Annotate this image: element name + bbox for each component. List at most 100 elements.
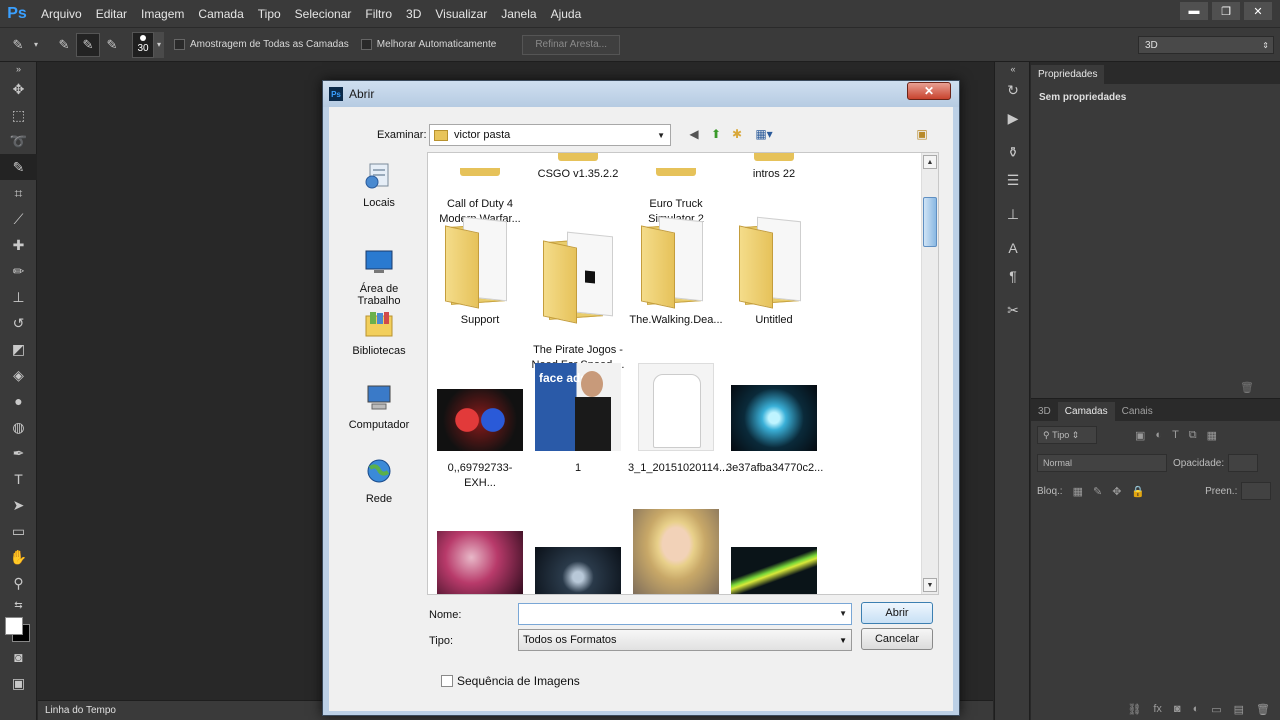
- lock-position-icon[interactable]: ✥: [1112, 485, 1121, 498]
- actions-panel-icon[interactable]: ▶: [995, 104, 1031, 132]
- menu-imagem[interactable]: Imagem: [134, 0, 191, 28]
- clone-source-panel-icon[interactable]: ⊥: [995, 200, 1031, 228]
- zoom-tool-icon[interactable]: ⚲: [0, 570, 37, 596]
- image-item[interactable]: 0,,69792733-EXH...: [432, 363, 528, 491]
- place-recent[interactable]: Locais: [335, 162, 423, 209]
- trash-icon[interactable]: 🗑: [1240, 381, 1254, 394]
- image-item[interactable]: [432, 509, 528, 594]
- rectangle-tool-icon[interactable]: ▭: [0, 518, 37, 544]
- file-name-input[interactable]: ▼: [518, 603, 852, 625]
- lasso-tool-icon[interactable]: ➰: [0, 128, 37, 154]
- dropdown-arrow-icon[interactable]: ▼: [839, 609, 847, 618]
- lock-pixels-icon[interactable]: ✎: [1093, 485, 1102, 498]
- new-folder-icon[interactable]: ✱: [728, 125, 746, 143]
- look-in-combo[interactable]: victor pasta ▼: [429, 124, 671, 146]
- menu-visualizar[interactable]: Visualizar: [428, 0, 494, 28]
- auto-enhance-checkbox[interactable]: Melhorar Automaticamente: [360, 39, 496, 50]
- image-item[interactable]: 3_1_20151020114...: [628, 363, 728, 476]
- swap-colors-icon[interactable]: ⇆: [0, 596, 37, 614]
- checkbox-box[interactable]: [441, 675, 453, 687]
- brush-tool-icon[interactable]: ✏: [0, 258, 37, 284]
- quick-selection-preset-icon[interactable]: ✎: [6, 33, 30, 57]
- history-brush-tool-icon[interactable]: ↺: [0, 310, 37, 336]
- quick-selection-tool-icon[interactable]: ✎: [0, 154, 37, 180]
- workspace-select[interactable]: 3D ⇕: [1138, 36, 1274, 54]
- close-app-button[interactable]: ✕: [1244, 2, 1272, 20]
- image-item[interactable]: [628, 509, 724, 594]
- folder-item[interactable]: The.Walking.Dea...: [628, 215, 724, 328]
- scroll-thumb[interactable]: [923, 197, 937, 247]
- history-panel-icon[interactable]: ↻: [995, 76, 1031, 104]
- pen-tool-icon[interactable]: ✒: [0, 440, 37, 466]
- menu-arquivo[interactable]: Arquivo: [34, 0, 89, 28]
- healing-brush-tool-icon[interactable]: ✚: [0, 232, 37, 258]
- adjustment-filter-icon[interactable]: ◐: [1155, 429, 1162, 441]
- brush-size-picker[interactable]: 30: [132, 31, 154, 58]
- checkbox-box[interactable]: [360, 39, 372, 50]
- open-button[interactable]: Abrir: [861, 602, 933, 624]
- tool-presets-panel-icon[interactable]: ✂: [995, 296, 1031, 324]
- restore-button[interactable]: ❐: [1212, 2, 1240, 20]
- folder-item[interactable]: Support: [432, 215, 528, 328]
- new-selection-icon[interactable]: ✎: [52, 33, 76, 57]
- type-tool-icon[interactable]: T: [0, 466, 37, 492]
- folder-item[interactable]: intros 22: [726, 153, 822, 182]
- adjustments-panel-icon[interactable]: ☰: [995, 166, 1031, 194]
- place-computer[interactable]: Computador: [335, 384, 423, 431]
- image-item[interactable]: [530, 509, 626, 594]
- menu-3d[interactable]: 3D: [399, 0, 428, 28]
- brush-panel-icon[interactable]: ⚱: [995, 138, 1031, 166]
- menu-tipo[interactable]: Tipo: [251, 0, 288, 28]
- tab-layers[interactable]: Camadas: [1057, 402, 1115, 421]
- folder-item[interactable]: Untitled: [726, 215, 822, 328]
- collapse-toolbar-icon[interactable]: »: [0, 62, 37, 76]
- image-item[interactable]: [726, 509, 822, 594]
- delete-layer-icon[interactable]: 🗑: [1256, 703, 1270, 716]
- preset-dropdown-icon[interactable]: ▾: [30, 33, 42, 57]
- blur-tool-icon[interactable]: ●: [0, 388, 37, 414]
- sample-all-layers-checkbox[interactable]: Amostragem de Todas as Camadas: [174, 39, 349, 50]
- image-sequence-checkbox[interactable]: Sequência de Imagens: [441, 674, 580, 688]
- pixel-filter-icon[interactable]: ▣: [1135, 429, 1145, 442]
- brush-size-dropdown-icon[interactable]: ▾: [154, 31, 164, 58]
- dialog-close-button[interactable]: ✕: [907, 82, 951, 100]
- scroll-up-icon[interactable]: ▲: [923, 155, 937, 169]
- menu-camada[interactable]: Camada: [191, 0, 250, 28]
- image-item[interactable]: 3e37afba34770c2...: [726, 363, 823, 476]
- tab-channels[interactable]: Canais: [1115, 402, 1160, 421]
- screen-mode-icon[interactable]: ▣: [0, 670, 37, 696]
- clone-stamp-tool-icon[interactable]: ⊥: [0, 284, 37, 310]
- shape-filter-icon[interactable]: ⧉: [1189, 429, 1197, 442]
- subtract-from-selection-icon[interactable]: ✎: [100, 33, 124, 57]
- smart-object-filter-icon[interactable]: ▦: [1207, 429, 1217, 442]
- file-list[interactable]: Call of Duty 4 Modern Warfar... CSGO v1.…: [427, 152, 939, 595]
- lock-transparency-icon[interactable]: ▦: [1073, 485, 1083, 498]
- paint-bucket-tool-icon[interactable]: ◈: [0, 362, 37, 388]
- paragraph-panel-icon[interactable]: ¶: [995, 262, 1031, 290]
- adjustment-layer-icon[interactable]: ◐: [1193, 703, 1200, 715]
- tab-3d[interactable]: 3D: [1031, 402, 1058, 421]
- character-panel-icon[interactable]: A: [995, 234, 1031, 262]
- menu-selecionar[interactable]: Selecionar: [288, 0, 359, 28]
- marquee-tool-icon[interactable]: ⬚: [0, 102, 37, 128]
- up-folder-icon[interactable]: ⬆: [707, 125, 725, 143]
- type-filter-icon[interactable]: T: [1172, 429, 1179, 441]
- refine-edge-button[interactable]: Refinar Aresta...: [522, 34, 621, 55]
- menu-ajuda[interactable]: Ajuda: [544, 0, 589, 28]
- foreground-color-swatch[interactable]: [5, 617, 23, 635]
- eyedropper-tool-icon[interactable]: ⟋: [0, 206, 37, 232]
- minimize-button[interactable]: ▬: [1180, 2, 1208, 20]
- place-libraries[interactable]: Bibliotecas: [335, 310, 423, 357]
- new-group-icon[interactable]: ▭: [1211, 703, 1221, 716]
- dodge-tool-icon[interactable]: ◍: [0, 414, 37, 440]
- quick-mask-icon[interactable]: ◙: [0, 644, 37, 670]
- layer-kind-filter[interactable]: ⚲ Tipo ⇕: [1037, 426, 1097, 444]
- folder-item[interactable]: CSGO v1.35.2.2: [530, 153, 626, 182]
- blend-mode-select[interactable]: Normal: [1037, 454, 1167, 472]
- path-selection-tool-icon[interactable]: ➤: [0, 492, 37, 518]
- image-item[interactable]: face ads 1: [530, 363, 626, 476]
- back-icon[interactable]: ◀: [685, 125, 703, 143]
- file-list-scrollbar[interactable]: ▲ ▼: [921, 153, 938, 594]
- menu-editar[interactable]: Editar: [89, 0, 134, 28]
- place-desktop[interactable]: Área de Trabalho: [335, 236, 423, 319]
